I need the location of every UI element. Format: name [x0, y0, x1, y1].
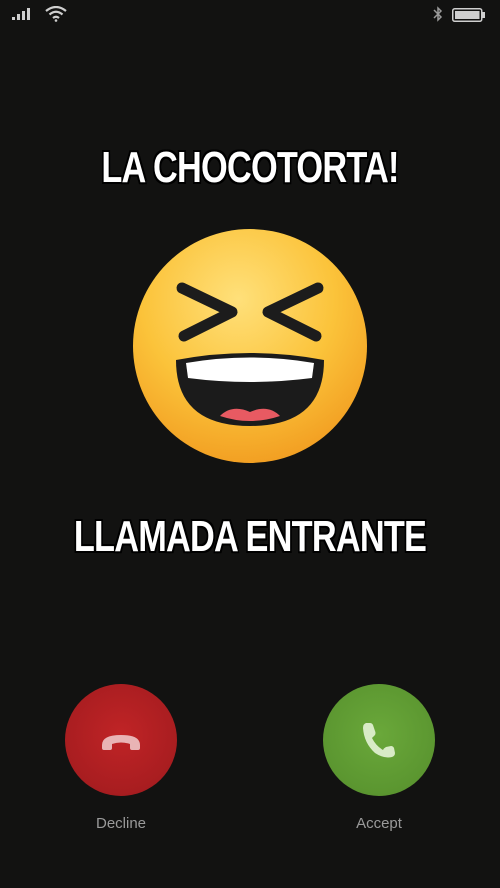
accept-button[interactable]: [323, 684, 435, 796]
incoming-call-screen: LA CHOCOTORTA! LLAMADA ENTRANTE Decline: [0, 0, 500, 888]
decline-button[interactable]: [65, 684, 177, 796]
phone-answer-icon: [363, 723, 395, 758]
bluetooth-icon: [433, 6, 443, 22]
accept-label: Accept: [356, 815, 402, 832]
grinning-squinting-face-emoji-icon: [133, 229, 367, 463]
battery-icon: [452, 8, 485, 22]
signal-icon: [12, 8, 30, 20]
caller-name: LA CHOCOTORTA!: [101, 143, 399, 192]
wifi-icon: [45, 6, 67, 22]
phone-hangup-icon: [102, 735, 140, 750]
decline-label: Decline: [95, 815, 147, 832]
status-bar: [0, 0, 500, 30]
call-status-text: LLAMADA ENTRANTE: [73, 512, 427, 561]
